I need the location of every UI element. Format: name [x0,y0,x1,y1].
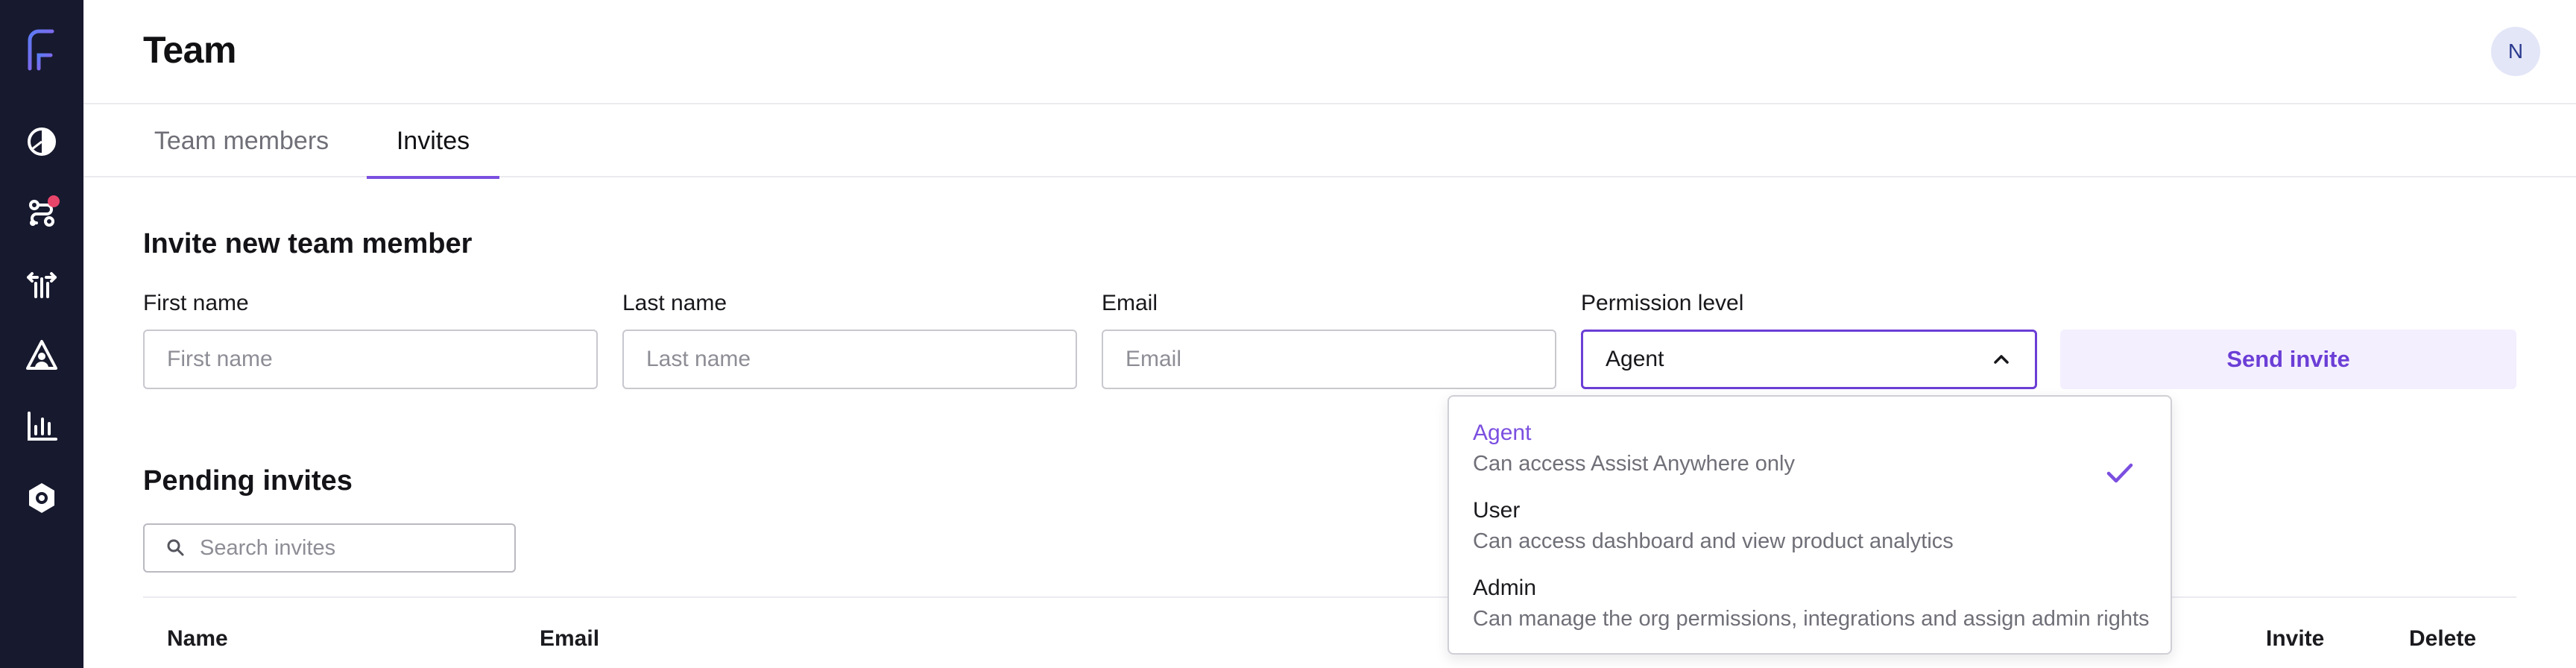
chevron-up-icon [1994,355,2009,364]
send-invite-button[interactable]: Send invite [2060,330,2516,389]
app-root: Team N Team members Invites Invite new t… [0,0,2576,668]
dashboard-icon[interactable] [19,119,64,164]
dropdown-option-user[interactable]: User Can access dashboard and view produ… [1473,498,2159,554]
column-header-name: Name [167,626,228,651]
option-description: Can manage the org permissions, integrat… [1473,607,2150,631]
page-header: Team N [83,0,2576,104]
page-title: Team [143,29,236,71]
column-header-delete: Delete [2409,626,2477,651]
column-header-invite: Invite [2266,626,2325,651]
search-icon [167,539,184,556]
dropdown-option-agent[interactable]: Agent Can access Assist Anywhere only [1473,420,2159,483]
permission-dropdown: Agent Can access Assist Anywhere only Us… [1448,395,2172,655]
settings-icon[interactable] [19,476,64,520]
sidebar [0,0,83,668]
option-name: User [1473,498,1521,523]
first-name-field[interactable]: First name [143,330,598,389]
permission-level-select[interactable]: Agent [1581,330,2037,389]
last-name-field[interactable]: Last name [622,330,1077,389]
dropdown-option-admin[interactable]: Admin Can manage the org permissions, in… [1473,576,2159,631]
last-name-label: Last name [622,291,727,315]
checkmark-icon [2106,463,2133,483]
assist-icon[interactable] [19,333,64,377]
first-name-label: First name [143,291,249,315]
tab-team-members[interactable]: Team members [143,104,340,177]
avatar[interactable]: N [2491,27,2540,76]
logo-icon[interactable] [19,25,61,73]
email-label: Email [1102,291,1158,315]
search-placeholder: Search invites [200,535,336,560]
option-name: Admin [1473,576,1537,600]
permission-level-label: Permission level [1581,291,1744,315]
search-input[interactable]: Search invites [143,523,516,573]
analytics-icon[interactable] [19,404,64,449]
branch-icon[interactable] [19,261,64,306]
column-header-email: Email [540,626,600,651]
option-name: Agent [1473,420,1532,445]
workflow-icon[interactable] [19,191,64,236]
email-field[interactable]: Email [1102,330,1556,389]
permission-level-value: Agent [1606,347,1664,371]
pending-invites-title: Pending invites [143,465,353,497]
invite-section-title: Invite new team member [143,228,473,259]
option-description: Can access dashboard and view product an… [1473,529,1954,553]
option-description: Can access Assist Anywhere only [1473,452,1795,476]
tab-invites[interactable]: Invites [367,104,499,179]
tab-bar: Team members Invites [83,104,2576,179]
notification-dot [48,195,60,207]
